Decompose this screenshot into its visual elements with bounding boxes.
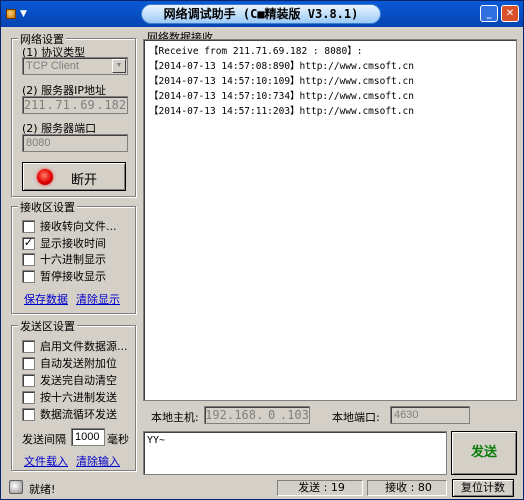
status-icon (9, 480, 23, 494)
checkbox[interactable] (22, 390, 35, 404)
ip-octet: 192 (205, 408, 227, 422)
recv-line: 【2014-07-13 14:57:11:203】http://www.cmso… (149, 106, 414, 117)
checkbox[interactable] (22, 356, 35, 370)
protocol-value: TCP Client (26, 60, 79, 72)
clear-input-link[interactable]: 清除输入 (76, 453, 120, 469)
checkbox[interactable] (22, 269, 35, 283)
close-button[interactable]: ✕ (501, 5, 519, 22)
file-source-option[interactable]: 启用文件数据源... (22, 338, 128, 354)
protocol-select[interactable]: TCP Client ▼ (22, 57, 128, 75)
disconnect-button[interactable]: 断开 (22, 162, 126, 191)
local-port-input[interactable]: 4630 (390, 406, 470, 424)
option-label: 数据流循环发送 (40, 408, 117, 421)
checkbox[interactable] (22, 252, 35, 266)
checkbox[interactable] (22, 339, 35, 353)
hex-display-option[interactable]: 十六进制显示 (22, 251, 106, 267)
server-port-input[interactable]: 8080 (22, 134, 128, 152)
send-text-area[interactable]: YY~ (143, 431, 447, 475)
recv-text-area[interactable]: 【Receive from 211.71.69.182 : 8080】: 【20… (143, 39, 517, 401)
ip-octet: 103 (287, 408, 309, 422)
auto-append-option[interactable]: 自动发送附加位 (22, 355, 117, 371)
send-button[interactable]: 发送 (451, 431, 517, 475)
option-label: 显示接收时间 (40, 237, 106, 250)
minimize-button[interactable]: _ (480, 5, 498, 22)
app-window: ▼ 网络调试助手 (C■精装版 V3.8.1) _ ✕ 网络设置 (1) 协议类… (0, 0, 524, 500)
option-label: 发送完自动清空 (40, 374, 117, 387)
app-icon (6, 9, 16, 19)
recv-line: 【2014-07-13 14:57:10:109】http://www.cmso… (149, 76, 414, 87)
checkbox[interactable] (22, 373, 35, 387)
local-host-label: 本地主机: (151, 411, 199, 424)
send-interval-unit: 毫秒 (107, 433, 129, 446)
chevron-down-icon: ▼ (20, 9, 27, 19)
local-port-label: 本地端口: (332, 411, 380, 424)
status-ready: 就绪! (29, 483, 56, 496)
option-label: 接收转向文件... (40, 220, 117, 233)
option-label: 暂停接收显示 (40, 270, 106, 283)
load-file-link[interactable]: 文件载入 (24, 453, 68, 469)
show-recv-time-option[interactable]: ✓ 显示接收时间 (22, 235, 106, 251)
disconnect-label: 断开 (71, 173, 98, 188)
ip-octet: 168 (234, 408, 256, 422)
ip-octet: 0 (267, 408, 276, 422)
ip-octet: 211 (23, 98, 46, 112)
ip-octet: 69 (80, 98, 95, 112)
sent-count: 发送 : 19 (277, 480, 363, 496)
send-interval-input[interactable]: 1000 (71, 428, 105, 446)
pause-recv-option[interactable]: 暂停接收显示 (22, 268, 106, 284)
send-interval-label: 发送间隔 (22, 433, 66, 446)
option-label: 自动发送附加位 (40, 357, 117, 370)
checkbox[interactable]: ✓ (22, 236, 35, 250)
clear-display-link[interactable]: 清除显示 (76, 291, 120, 307)
status-led-icon (37, 169, 53, 185)
title-bar[interactable]: ▼ 网络调试助手 (C■精装版 V3.8.1) _ ✕ (1, 1, 523, 27)
checkbox[interactable] (22, 219, 35, 233)
recv-line: 【2014-07-13 14:57:10:734】http://www.cmso… (149, 91, 414, 102)
received-count: 接收 : 80 (367, 480, 447, 496)
send-settings-title: 发送区设置 (18, 318, 77, 334)
local-host-ip: 192. 168. 0. 103 (204, 406, 310, 424)
status-bar: 就绪! 发送 : 19 接收 : 80 复位计数 (1, 477, 523, 499)
recv-line: 【2014-07-13 14:57:08:890】http://www.cmso… (149, 61, 414, 72)
recv-to-file-option[interactable]: 接收转向文件... (22, 218, 117, 234)
save-data-link[interactable]: 保存数据 (24, 291, 68, 307)
loop-send-option[interactable]: 数据流循环发送 (22, 406, 117, 422)
reset-count-button[interactable]: 复位计数 (452, 479, 514, 497)
server-ip-input[interactable]: 211. 71. 69. 182 (22, 96, 128, 114)
option-label: 十六进制显示 (40, 253, 106, 266)
chevron-down-icon: ▼ (112, 59, 126, 73)
window-title: 网络调试助手 (C■精装版 V3.8.1) (141, 4, 381, 24)
option-label: 按十六进制发送 (40, 391, 117, 404)
ip-octet: 182 (104, 98, 127, 112)
hex-send-option[interactable]: 按十六进制发送 (22, 389, 117, 405)
auto-clear-option[interactable]: 发送完自动清空 (22, 372, 117, 388)
recv-settings-title: 接收区设置 (18, 199, 77, 215)
option-label: 启用文件数据源... (40, 340, 128, 353)
system-menu[interactable]: ▼ (6, 6, 40, 22)
ip-octet: 71 (55, 98, 70, 112)
recv-line: 【Receive from 211.71.69.182 : 8080】: (149, 46, 363, 57)
checkbox[interactable] (22, 407, 35, 421)
